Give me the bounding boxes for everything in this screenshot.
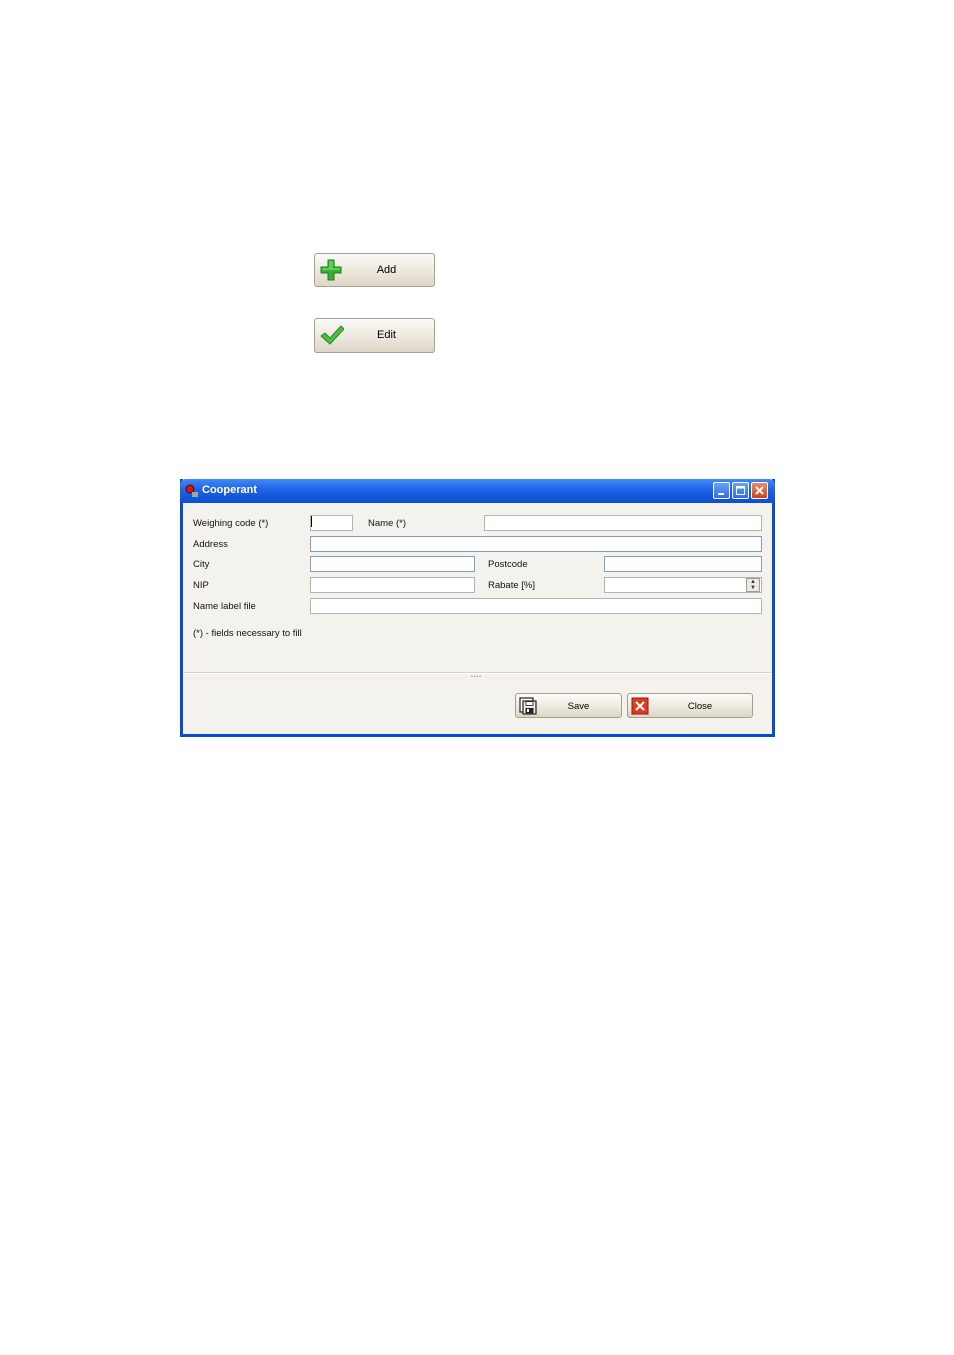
name-label: Name (*)	[368, 518, 407, 529]
close-button[interactable]: Close	[627, 693, 753, 718]
nip-label: NIP	[193, 580, 209, 591]
address-input[interactable]	[310, 536, 762, 552]
save-button[interactable]: Save	[515, 693, 622, 718]
weighing-code-label: Weighing code (*)	[193, 518, 269, 529]
edit-button[interactable]: Edit	[314, 318, 435, 353]
add-button-label: Add	[376, 264, 397, 276]
minimize-icon	[718, 493, 724, 495]
city-label: City	[193, 559, 210, 570]
cooperant-app-icon	[185, 484, 199, 498]
required-fields-note: (*) - fields necessary to fill	[193, 628, 302, 639]
postcode-label: Postcode	[488, 559, 528, 570]
postcode-input[interactable]	[604, 556, 762, 572]
spin-down-icon[interactable]: ▼	[747, 585, 759, 591]
name-label-file-label: Name label file	[193, 601, 256, 612]
close-icon	[755, 486, 764, 495]
splitter-grip-icon[interactable]: ••••	[471, 674, 482, 680]
edit-button-label: Edit	[377, 329, 396, 341]
rabate-label: Rabate [%]	[488, 580, 535, 591]
rabate-input[interactable]	[604, 577, 762, 593]
maximize-icon	[736, 486, 745, 495]
name-input[interactable]	[484, 515, 762, 531]
name-label-file-input[interactable]	[310, 598, 762, 614]
rabate-spinner[interactable]: ▲ ▼	[746, 578, 760, 592]
window-title: Cooperant	[202, 484, 257, 496]
minimize-button[interactable]	[713, 482, 730, 499]
save-button-label: Save	[567, 701, 590, 712]
city-input[interactable]	[310, 556, 475, 572]
window-titlebar[interactable]: Cooperant	[180, 479, 775, 503]
add-button[interactable]: Add	[314, 253, 435, 287]
text-cursor	[311, 516, 312, 527]
address-label: Address	[193, 539, 228, 550]
maximize-button[interactable]	[732, 482, 749, 499]
nip-input[interactable]	[310, 577, 475, 593]
window-close-button[interactable]	[751, 482, 768, 499]
close-button-label: Close	[687, 701, 713, 712]
weighing-code-input[interactable]	[310, 515, 353, 531]
